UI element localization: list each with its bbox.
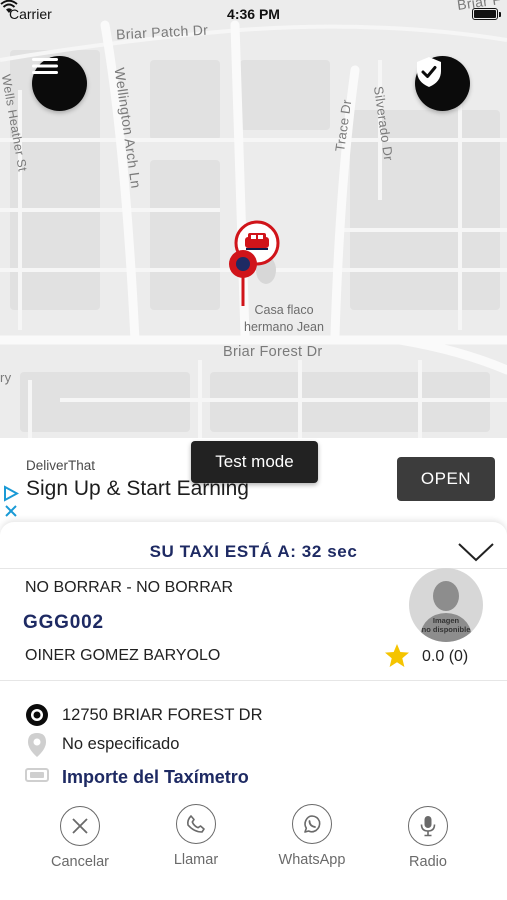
call-label: Llamar [173,852,219,868]
shield-check-icon [417,57,441,87]
whatsapp-label: WhatsApp [278,852,346,868]
whatsapp-button[interactable]: WhatsApp [272,804,352,868]
divider [0,680,507,681]
map-view[interactable]: Briar Patch Dr Briar F Wellington Arch L… [0,0,507,440]
microphone-icon [420,816,436,837]
radio-label: Radio [409,854,447,870]
cancel-label: Cancelar [50,854,110,870]
call-circle [176,804,216,844]
vehicle-description: NO BORRAR - NO BORRAR [25,579,234,596]
taxi-marker-icon[interactable] [226,218,286,318]
pickup-point-icon [26,704,48,726]
close-icon [72,818,88,834]
avatar-placeholder-text: Imagen no disponible [421,616,471,634]
driver-name: OINER GOMEZ BARYOLO [25,647,221,664]
street-label-briar-forest: Briar Forest Dr [223,344,323,360]
divider [0,568,507,569]
location-pin-icon [28,733,46,757]
destination-address: No especificado [62,735,180,753]
hamburger-icon [32,58,58,74]
ad-open-button[interactable]: OPEN [397,457,495,501]
safety-button[interactable] [415,56,470,111]
status-time: 4:36 PM [227,6,280,22]
radio-circle [408,806,448,846]
star-icon [385,644,409,667]
phone-icon [187,815,205,833]
whatsapp-circle [292,804,332,844]
chevron-down-icon[interactable] [457,542,495,562]
street-label-ry: ry [0,370,12,385]
ad-brand: DeliverThat [26,458,96,473]
eta-text: SU TAXI ESTÁ A: 32 sec [149,542,358,561]
call-button[interactable]: Llamar [156,804,236,868]
trip-panel: SU TAXI ESTÁ A: 32 sec NO BORRAR - NO BO… [0,522,507,900]
cancel-button[interactable]: Cancelar [40,806,120,870]
battery-icon [472,8,501,20]
adchoices-icon[interactable] [3,484,19,518]
status-bar: Carrier 4:36 PM [0,0,507,28]
test-mode-toast: Test mode [191,441,318,483]
vehicle-plate: GGG002 [23,612,104,633]
driver-rating: 0.0 (0) [422,648,469,665]
whatsapp-icon [304,815,321,833]
cancel-circle [60,806,100,846]
cash-icon [25,768,49,782]
radio-button[interactable]: Radio [388,806,468,870]
menu-button[interactable] [32,56,87,111]
pickup-address: 12750 BRIAR FOREST DR [62,706,263,724]
avatar: Imagen no disponible [409,568,483,642]
fare-label: Importe del Taxímetro [62,767,249,787]
